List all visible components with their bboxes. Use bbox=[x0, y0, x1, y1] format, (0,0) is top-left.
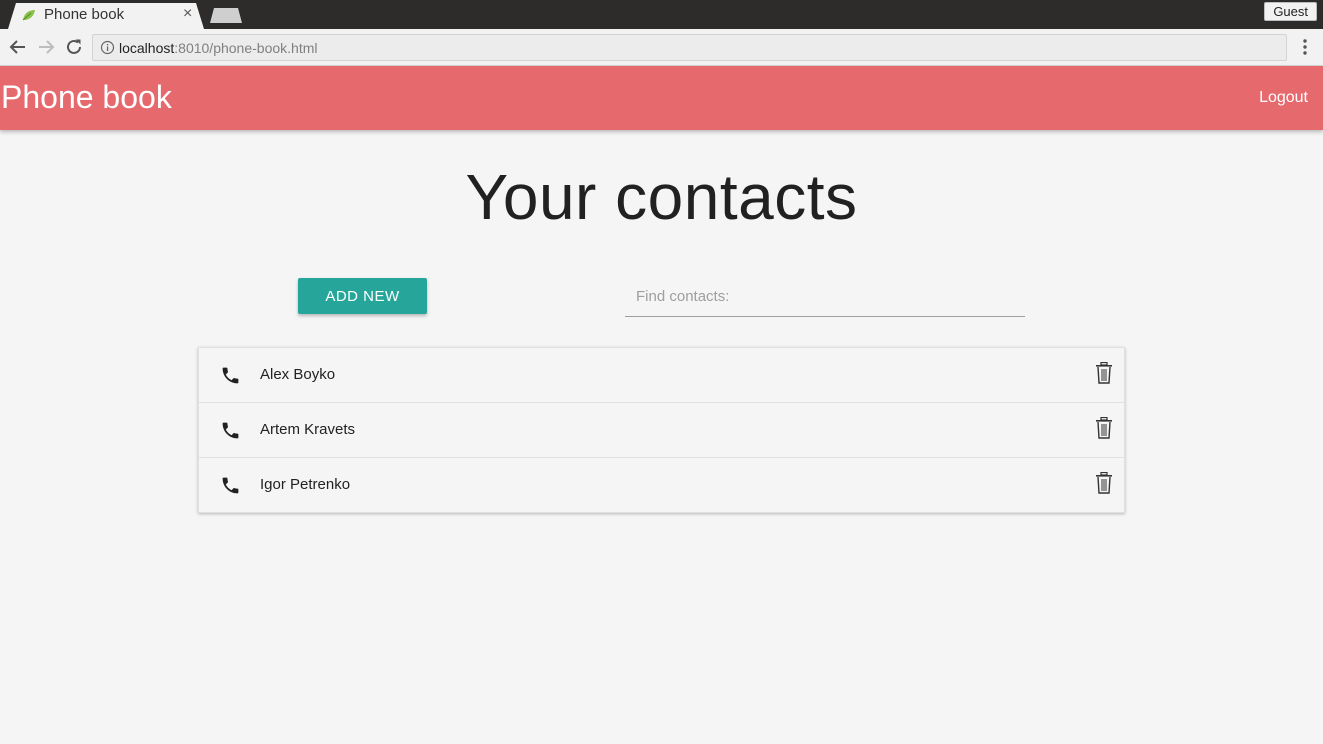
brand-logo[interactable]: Phone book bbox=[1, 79, 172, 116]
more-vert-icon[interactable] bbox=[1298, 37, 1312, 57]
contact-name[interactable]: Artem Kravets bbox=[260, 421, 355, 438]
browser-toolbar: localhost:8010/phone-book.html bbox=[0, 29, 1323, 66]
trash-icon[interactable] bbox=[1095, 417, 1113, 439]
app-header: Phone book Logout bbox=[0, 66, 1323, 130]
tab-close-icon[interactable]: × bbox=[183, 5, 192, 23]
tab-title: Phone book bbox=[44, 6, 125, 23]
add-new-button[interactable]: ADD NEW bbox=[298, 278, 427, 314]
url-host: localhost bbox=[119, 40, 175, 56]
contact-name[interactable]: Alex Boyko bbox=[260, 366, 335, 383]
trash-icon[interactable] bbox=[1095, 472, 1113, 494]
back-arrow-icon[interactable] bbox=[7, 36, 29, 58]
search-input[interactable] bbox=[625, 276, 1025, 317]
url-path: :8010/phone-book.html bbox=[174, 40, 318, 56]
browser-tab-strip: Phone book × Guest bbox=[0, 0, 1323, 29]
new-tab-button[interactable] bbox=[210, 8, 242, 23]
phone-icon[interactable] bbox=[220, 475, 241, 496]
logout-link[interactable]: Logout bbox=[1259, 89, 1308, 107]
phone-icon[interactable] bbox=[220, 420, 241, 441]
contact-row[interactable]: Igor Petrenko bbox=[199, 458, 1124, 513]
info-icon[interactable] bbox=[100, 40, 115, 55]
profile-button[interactable]: Guest bbox=[1264, 2, 1317, 21]
url-text: localhost:8010/phone-book.html bbox=[119, 40, 317, 56]
leaf-icon bbox=[22, 10, 35, 21]
contact-name[interactable]: Igor Petrenko bbox=[260, 476, 350, 493]
page-title: Your contacts bbox=[465, 161, 858, 233]
contact-row[interactable]: Artem Kravets bbox=[199, 403, 1124, 458]
trash-icon[interactable] bbox=[1095, 362, 1113, 384]
address-bar[interactable]: localhost:8010/phone-book.html bbox=[92, 34, 1287, 61]
reload-icon[interactable] bbox=[63, 36, 85, 58]
forward-arrow-icon[interactable] bbox=[35, 36, 57, 58]
contacts-list: Alex Boyko Artem Kravets Igor Petrenko bbox=[198, 347, 1125, 513]
contact-row[interactable]: Alex Boyko bbox=[199, 348, 1124, 403]
phone-icon[interactable] bbox=[220, 365, 241, 386]
